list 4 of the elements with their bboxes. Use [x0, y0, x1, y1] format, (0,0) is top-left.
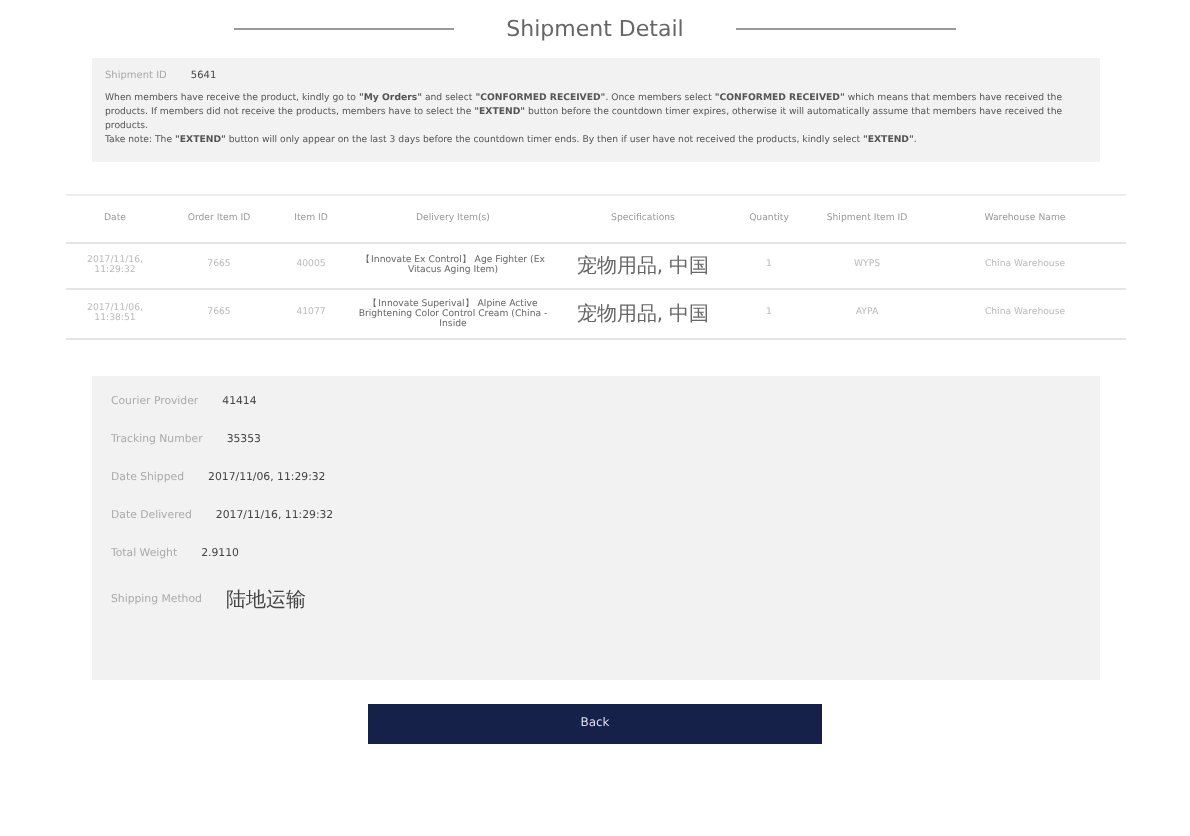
page-title: Shipment Detail: [506, 15, 684, 41]
table-cell: 宠物用品, 中国: [557, 288, 729, 339]
table-cell: 宠物用品, 中国: [557, 242, 729, 289]
field-value: 陆地运输: [225, 587, 306, 614]
